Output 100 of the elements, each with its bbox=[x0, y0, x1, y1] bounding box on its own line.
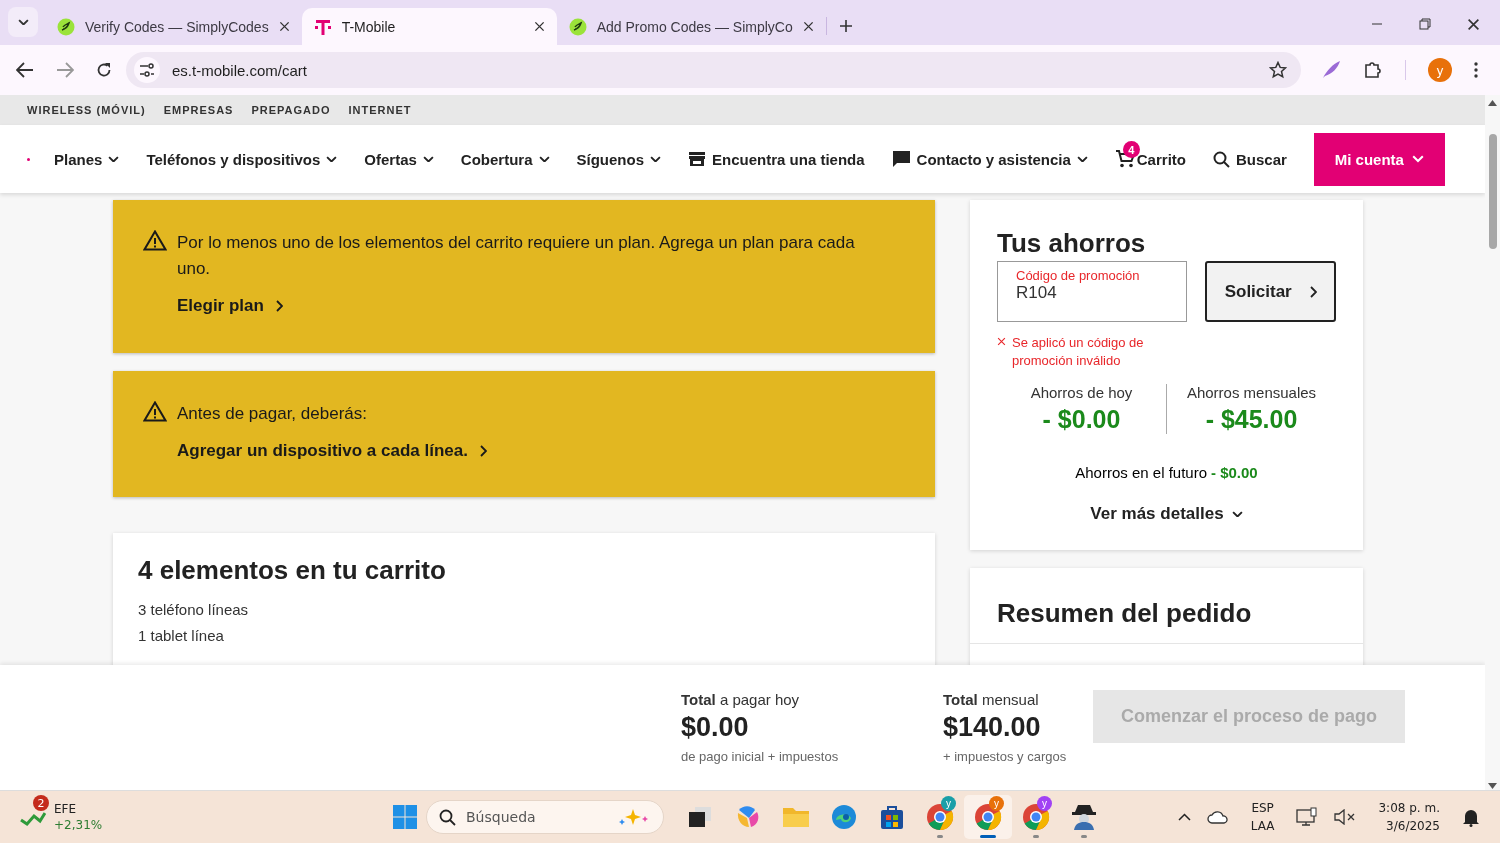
cloud-icon[interactable] bbox=[1206, 810, 1229, 824]
savings-amount: - $45.00 bbox=[1205, 405, 1298, 434]
chat-icon bbox=[891, 150, 911, 168]
account-button[interactable]: Mi cuenta bbox=[1313, 132, 1445, 186]
new-tab-icon[interactable] bbox=[838, 19, 853, 33]
widget-title: EFE bbox=[54, 802, 78, 816]
total-amount: $0.00 bbox=[681, 712, 750, 743]
chevron-up-icon[interactable] bbox=[1177, 813, 1191, 821]
alert-link[interactable]: Agregar un dispositivo a cada línea. bbox=[177, 441, 487, 461]
details-link[interactable]: Ver más detalles bbox=[1084, 503, 1249, 525]
apply-button[interactable]: Solicitar bbox=[1205, 261, 1336, 322]
site-settings-icon[interactable] bbox=[134, 57, 160, 83]
search-icon bbox=[1212, 150, 1230, 168]
wave-browser-icon bbox=[831, 804, 857, 830]
tab-list-button[interactable] bbox=[8, 7, 38, 37]
total-note: + impuestos y cargos bbox=[943, 749, 1068, 764]
browser-tab[interactable]: Add Promo Codes — SimplyCo bbox=[556, 8, 826, 45]
warning-icon bbox=[143, 401, 167, 422]
leaf-logo-icon bbox=[568, 17, 587, 36]
warning-icon bbox=[143, 230, 167, 251]
error-message: Se aplicó un código de promoción inválido bbox=[1012, 334, 1145, 370]
menu-icon[interactable] bbox=[1474, 62, 1478, 78]
restore-icon[interactable] bbox=[1419, 18, 1431, 30]
clock-button[interactable]: 3:08 p. m. 3/6/2025 bbox=[1372, 800, 1446, 834]
cart-line-text: 1 tablet línea bbox=[138, 627, 225, 644]
forward-icon[interactable] bbox=[56, 62, 74, 78]
chevron-down-icon bbox=[17, 18, 29, 26]
bookmark-star-icon[interactable] bbox=[1269, 61, 1287, 79]
total-label: Total a pagar hoy bbox=[681, 691, 801, 708]
close-tab-icon[interactable] bbox=[802, 21, 814, 32]
error-x-icon bbox=[997, 337, 1006, 346]
language-button[interactable]: ESP LAA bbox=[1244, 800, 1281, 834]
notification-badge: 2 bbox=[33, 795, 49, 811]
profile-badge: y bbox=[989, 796, 1004, 811]
chevron-down-icon bbox=[1231, 510, 1243, 518]
profile-badge: y bbox=[1037, 796, 1052, 811]
close-tab-icon[interactable] bbox=[533, 21, 545, 32]
brand-dot bbox=[27, 157, 30, 161]
profile-badge: y bbox=[941, 796, 956, 811]
alert-message: Antes de pagar, deberás: bbox=[177, 403, 368, 425]
volume-muted-icon[interactable] bbox=[1334, 809, 1357, 825]
total-amount: $140.00 bbox=[943, 712, 1042, 743]
task-view-icon bbox=[687, 805, 713, 829]
utility-link[interactable]: WIRELESS (MÓVIL) bbox=[27, 104, 146, 116]
nav-link[interactable]: Buscar bbox=[1212, 150, 1287, 168]
savings-label: Ahorros de hoy bbox=[1030, 384, 1133, 401]
cart-line-text: 3 teléfono líneas bbox=[138, 601, 250, 618]
scroll-up-icon[interactable] bbox=[1487, 99, 1498, 107]
back-icon[interactable] bbox=[16, 62, 34, 78]
savings-label: Ahorros en el futuro bbox=[1075, 464, 1207, 481]
bell-icon[interactable] bbox=[1462, 807, 1480, 827]
utility-link[interactable]: PREPAGADO bbox=[251, 104, 331, 116]
hat-figure-icon bbox=[1070, 803, 1098, 831]
chevron-right-icon bbox=[275, 300, 283, 312]
close-tab-icon[interactable] bbox=[278, 21, 290, 32]
taskbar-search[interactable]: Búsqueda bbox=[426, 800, 664, 834]
section-heading: Tus ahorros bbox=[997, 228, 1147, 259]
browser-icon bbox=[926, 803, 954, 831]
chevron-right-icon bbox=[479, 445, 487, 457]
nav-link[interactable]: Planes bbox=[54, 150, 120, 168]
tab-logo-icon bbox=[313, 17, 332, 36]
savings-label: Ahorros mensuales bbox=[1186, 384, 1317, 401]
section-heading: 4 elementos en tu carrito bbox=[138, 555, 447, 586]
start-icon[interactable] bbox=[392, 804, 418, 830]
extensions-icon[interactable] bbox=[1363, 60, 1383, 80]
utility-link[interactable]: EMPRESAS bbox=[163, 104, 234, 116]
browser-icon bbox=[1022, 803, 1050, 831]
browser-tab[interactable]: T-Mobile bbox=[301, 8, 557, 45]
nav-link[interactable]: Teléfonos y dispositivos bbox=[146, 150, 338, 168]
total-label: Total mensual bbox=[943, 691, 1040, 708]
chevron-down-icon bbox=[1411, 155, 1424, 163]
close-icon[interactable] bbox=[1467, 18, 1480, 31]
nav-link[interactable]: Cobertura bbox=[460, 150, 550, 168]
section-heading: Resumen del pedido bbox=[970, 568, 1363, 644]
feather-icon[interactable] bbox=[1321, 60, 1341, 80]
swirl-icon bbox=[735, 804, 761, 830]
store-icon bbox=[688, 151, 707, 167]
savings-amount: - $0.00 bbox=[1211, 464, 1258, 481]
widget-change: +2,31% bbox=[54, 818, 103, 832]
total-note: de pago inicial + impuestos bbox=[681, 749, 840, 764]
utility-link[interactable]: INTERNET bbox=[348, 104, 412, 116]
folder-icon bbox=[782, 805, 810, 829]
browser-tab[interactable]: Verify Codes — SimplyCodes bbox=[45, 8, 302, 45]
browser-icon bbox=[974, 803, 1002, 831]
chevron-right-icon bbox=[1309, 285, 1317, 298]
search-icon bbox=[439, 808, 456, 826]
nav-link[interactable]: Encuentra una tienda bbox=[688, 150, 865, 168]
monitor-network-icon[interactable] bbox=[1296, 807, 1319, 827]
leaf-logo-icon bbox=[57, 17, 75, 36]
nav-link[interactable]: Síguenos bbox=[576, 150, 662, 168]
nav-link[interactable]: Ofertas bbox=[364, 150, 434, 168]
taskbar-button[interactable]: y bbox=[1012, 795, 1060, 839]
alert-message: Por lo menos uno de los elementos del carrito requiere un plan. Agrega un plan para cada uno. bbox=[177, 232, 856, 280]
alert-link[interactable]: Elegir plan bbox=[177, 296, 877, 316]
savings-amount: - $0.00 bbox=[1042, 405, 1121, 434]
promo-code-field[interactable]: Código de promoción R104 bbox=[997, 261, 1188, 322]
scrollbar-thumb[interactable] bbox=[1488, 134, 1497, 249]
reload-icon[interactable] bbox=[96, 62, 112, 78]
nav-link[interactable]: Contacto y asistencia bbox=[891, 150, 1088, 168]
shopping-bag-icon bbox=[879, 804, 905, 830]
